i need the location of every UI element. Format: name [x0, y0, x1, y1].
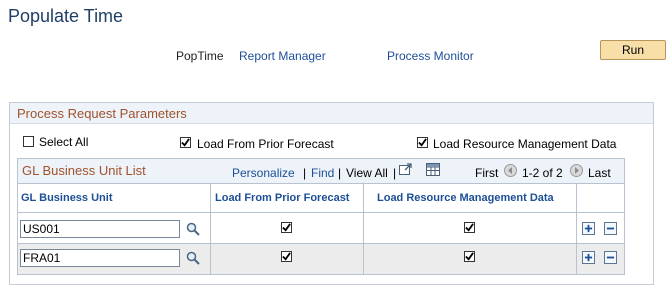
grid-divider — [576, 183, 577, 274]
row-prior-forecast-checkbox[interactable] — [281, 251, 292, 262]
first-label: First — [475, 166, 499, 180]
delete-row-button[interactable] — [604, 222, 617, 235]
run-control-id: PopTime — [176, 49, 224, 63]
page-title: Populate Time — [8, 6, 124, 26]
check-icon — [465, 252, 474, 261]
business-unit-input[interactable] — [20, 249, 180, 267]
last-label: Last — [588, 166, 611, 180]
delete-row-button[interactable] — [604, 251, 617, 264]
lookup-icon[interactable] — [186, 251, 200, 265]
column-header-prior-forecast[interactable]: Load From Prior Forecast — [215, 192, 349, 204]
grid-divider — [18, 212, 624, 213]
business-unit-input[interactable] — [20, 220, 180, 238]
load-prior-forecast-label: Load From Prior Forecast — [197, 137, 334, 151]
view-all-link[interactable]: View All — [346, 166, 388, 180]
separator: | — [303, 166, 307, 180]
run-button[interactable]: Run — [600, 40, 666, 60]
grid-title: GL Business Unit List — [22, 163, 146, 178]
check-icon — [282, 223, 291, 232]
find-link[interactable]: Find — [311, 166, 334, 180]
lookup-icon[interactable] — [186, 222, 200, 236]
grid-divider — [363, 183, 364, 274]
load-prior-forecast-checkbox[interactable] — [180, 137, 191, 148]
select-all-label: Select All — [39, 135, 89, 149]
check-icon — [282, 252, 291, 261]
minus-icon — [606, 227, 615, 230]
row-resource-mgmt-checkbox[interactable] — [464, 222, 475, 233]
minus-icon — [606, 256, 615, 259]
load-resource-mgmt-label: Load Resource Management Data — [433, 137, 617, 151]
check-icon — [418, 138, 427, 147]
previous-row-icon[interactable] — [504, 164, 517, 177]
select-all-checkbox[interactable] — [23, 136, 34, 147]
separator: | — [393, 166, 397, 180]
plus-icon — [584, 224, 593, 233]
check-icon — [181, 138, 190, 147]
column-header-resource-mgmt[interactable]: Load Resource Management Data — [377, 192, 554, 204]
new-window-icon[interactable] — [399, 163, 413, 176]
row-prior-forecast-checkbox[interactable] — [281, 222, 292, 233]
download-spreadsheet-icon[interactable] — [426, 163, 440, 176]
add-row-button[interactable] — [582, 251, 595, 264]
grid-divider — [210, 183, 211, 274]
row-range: 1-2 of 2 — [522, 166, 563, 180]
load-resource-mgmt-checkbox[interactable] — [417, 137, 428, 148]
check-icon — [465, 223, 474, 232]
personalize-link[interactable]: Personalize — [232, 166, 295, 180]
add-row-button[interactable] — [582, 222, 595, 235]
separator: | — [338, 166, 342, 180]
grid-divider — [18, 243, 624, 244]
process-monitor-link[interactable]: Process Monitor — [387, 49, 474, 63]
column-header-business-unit[interactable]: GL Business Unit — [21, 192, 112, 204]
grid-divider — [18, 183, 624, 184]
next-row-icon[interactable] — [570, 164, 583, 177]
section-title: Process Request Parameters — [17, 106, 187, 121]
row-resource-mgmt-checkbox[interactable] — [464, 251, 475, 262]
plus-icon — [584, 253, 593, 262]
report-manager-link[interactable]: Report Manager — [239, 49, 326, 63]
